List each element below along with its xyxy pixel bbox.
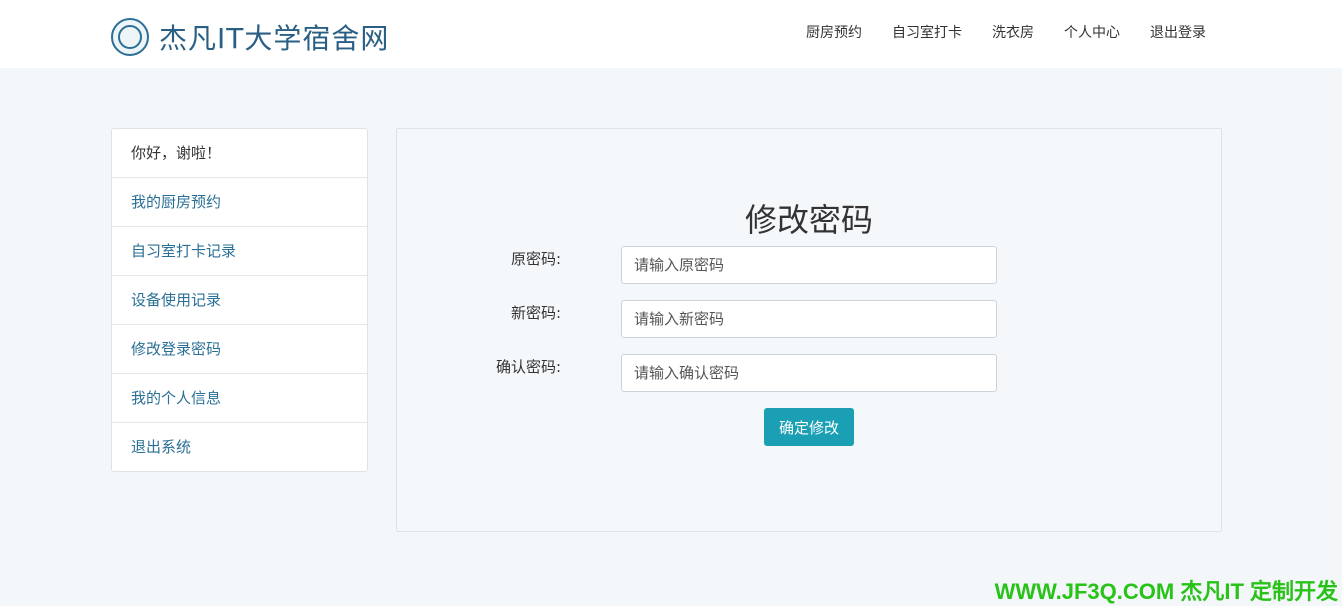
nav-personal-center[interactable]: 个人中心 [1064,22,1120,42]
new-password-row: 新密码: [397,300,1221,339]
nav-study-room-checkin[interactable]: 自习室打卡 [892,22,962,42]
confirm-change-button[interactable]: 确定修改 [764,408,854,446]
nav-logout[interactable]: 退出登录 [1150,22,1206,42]
sidebar-item-device-usage[interactable]: 设备使用记录 [112,276,367,325]
change-password-panel: 修改密码 原密码: 新密码: 确认密码: 确定修改 [396,128,1222,532]
confirm-password-input[interactable] [621,354,997,392]
sidebar-item-personal-info[interactable]: 我的个人信息 [112,374,367,423]
main-nav: 厨房预约 自习室打卡 洗衣房 个人中心 退出登录 [806,22,1206,42]
sidebar-item-study-checkins[interactable]: 自习室打卡记录 [112,227,367,276]
old-password-row: 原密码: [397,246,1221,285]
sidebar-item-change-password[interactable]: 修改登录密码 [112,325,367,374]
new-password-input[interactable] [621,300,997,338]
form-title: 修改密码 [745,201,874,239]
sidebar: 你好，谢啦！ 我的厨房预约 自习室打卡记录 设备使用记录 修改登录密码 我的个人… [111,128,368,472]
sidebar-greeting: 你好，谢啦！ [112,129,367,178]
nav-kitchen-booking[interactable]: 厨房预约 [806,22,862,42]
watermark-text: WWW.JF3Q.COM 杰凡IT 定制开发 [994,579,1338,604]
nav-laundry[interactable]: 洗衣房 [992,22,1034,42]
sidebar-item-exit[interactable]: 退出系统 [112,423,367,471]
brand[interactable]: 杰凡IT大学宿舍网 [111,17,389,57]
new-password-label: 新密码: [510,304,561,322]
old-password-input[interactable] [621,246,997,284]
confirm-password-label: 确认密码: [495,358,561,376]
top-navbar: 杰凡IT大学宿舍网 厨房预约 自习室打卡 洗衣房 个人中心 退出登录 [0,0,1342,68]
confirm-password-row: 确认密码: [397,354,1221,393]
site-name: 杰凡IT大学宿舍网 [159,22,390,55]
old-password-label: 原密码: [510,250,561,268]
sidebar-item-kitchen-bookings[interactable]: 我的厨房预约 [112,178,367,227]
university-logo-icon [111,18,149,56]
